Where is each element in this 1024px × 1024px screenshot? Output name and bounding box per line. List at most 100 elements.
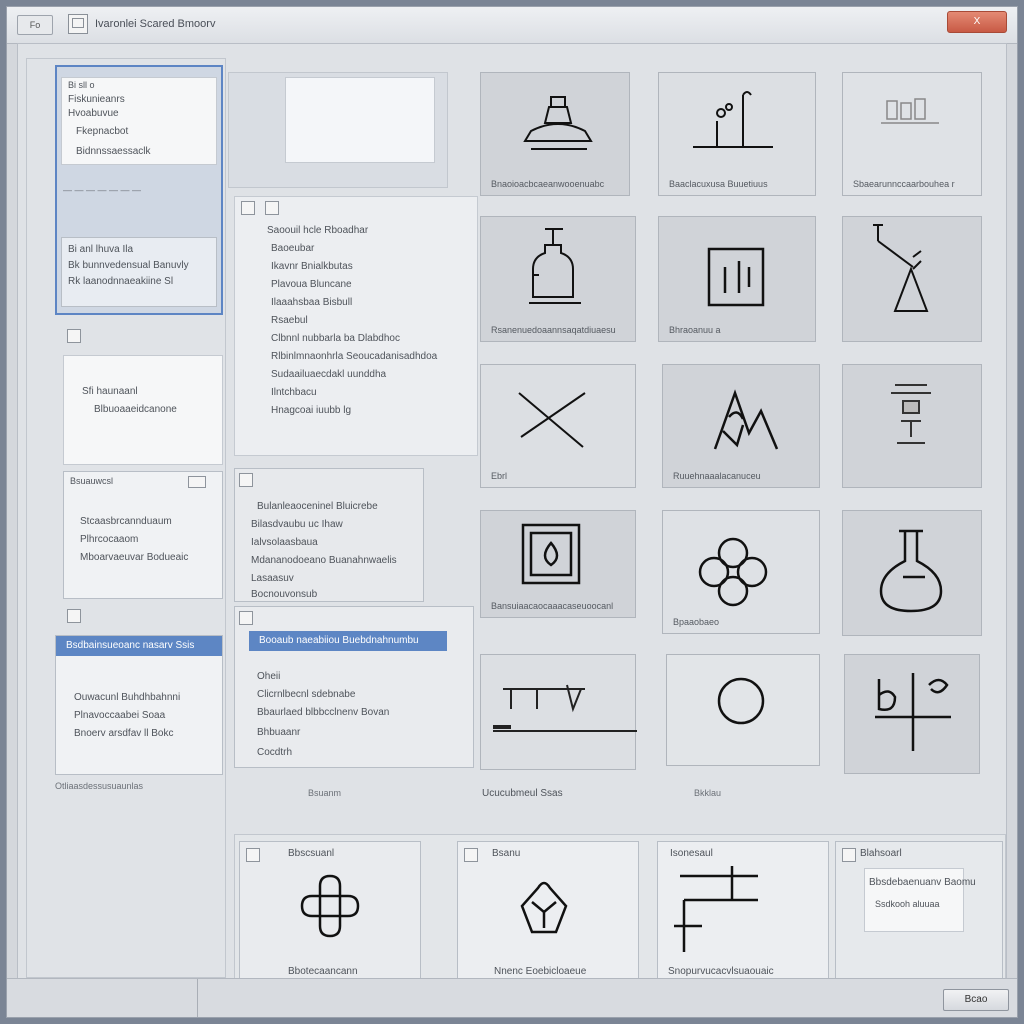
tile-glyph-cross[interactable]	[844, 654, 980, 774]
dialog-window: Fo Ivaronlei Scared Bmoorv X Bi sll o Fi…	[6, 6, 1018, 1018]
tile-caption: Sbaearunnccaarbouhea r	[853, 179, 955, 189]
options-toggle[interactable]	[188, 476, 206, 488]
card-title: Blahsoarl	[860, 848, 902, 859]
detail-line: Bi anl lhuva Ila	[68, 244, 134, 255]
note-line: Ssdkooh aluuaa	[875, 899, 940, 909]
card-caption: Snopurvucacvlsuaouaic	[668, 966, 774, 977]
attribute-item: Bocnouvonsub	[251, 589, 318, 600]
attribute-item: Ialvsolaasbaua	[251, 537, 318, 548]
panel-line: Bi sll o	[68, 80, 95, 90]
settings-footer: Otliaasdessusuaunlas	[55, 781, 144, 791]
content-area: Bi sll o Fiskunieanrs Hvoabuvue Fkepnacb…	[17, 43, 1007, 984]
selection-item: Clicrnlbecnl sdebnabe	[257, 689, 356, 700]
bottom-tray: Bbscsuanl Bbotecaancann Bsanu Nnenc Eoeb…	[234, 834, 1006, 984]
dialog-footer: Bcao	[7, 978, 1017, 1017]
tile-caption: Baaclacuxusa Buuetiuus	[669, 179, 768, 189]
close-button[interactable]: X	[947, 11, 1007, 33]
tile-box-vessel[interactable]: Bhraoanuu a	[658, 216, 816, 342]
tile-framed-droplet[interactable]: Bansuiaacaocaaacaseuoocanl	[480, 510, 636, 618]
option-line: Stcaasbrcannduaum	[80, 516, 172, 527]
list-item: Ikavnr Bnialkbutas	[271, 261, 353, 272]
panel-line: Hvoabuvue	[68, 108, 119, 119]
list-checkbox[interactable]	[265, 201, 279, 215]
attribute-item: Mdananodoeano Buanahnwaelis	[251, 555, 397, 566]
title-bar: Fo Ivaronlei Scared Bmoorv X	[7, 7, 1017, 44]
footer-divider	[197, 979, 198, 1017]
panel-checkbox[interactable]	[67, 329, 81, 343]
tile-caption: Bpaaobaeo	[673, 617, 720, 627]
tile-tent-shapes[interactable]: Ruuehnaaalacanuceu	[662, 364, 820, 488]
bottom-card[interactable]: Isonesaul Snopurvucacvlsuaouaic	[657, 841, 829, 983]
card-note: Bbsdebaenuanv Baomu Ssdkooh aluuaa	[864, 868, 976, 932]
tile-tripod[interactable]: Baaclacuxusa Buuetiuus	[658, 72, 816, 196]
panel-detail: Bi anl lhuva Ila Bk bunnvedensual Banuvl…	[61, 237, 217, 307]
tile-bar-chart[interactable]: Sbaearunnccaarbouhea r	[842, 72, 982, 196]
tile-clover[interactable]: Bpaaobaeo	[662, 510, 820, 634]
options-header: Bsuauwcsl	[70, 476, 114, 486]
settings-panel: Bsdbainsueoanc nasarv Ssis Ouwacunl Buhd…	[55, 635, 223, 775]
tile-stacked-lamp[interactable]	[842, 364, 982, 488]
attribute-item: Lasaasuv	[251, 573, 294, 584]
list-item: Saoouil hcle Rboadhar	[267, 225, 369, 236]
detail-line: Bk bunnvedensual Banuvly	[68, 260, 189, 271]
option-line: Mboarvaeuvar Bodueaic	[80, 552, 189, 563]
menu-button[interactable]: Fo	[17, 15, 53, 35]
option-line: Plhrcocaaom	[80, 534, 139, 545]
tile-flask-lamp[interactable]: Bnaoioacbcaeanwooenuabc	[480, 72, 630, 196]
selection-item: Bbaurlaed blbbcclnenv Bovan	[257, 707, 390, 718]
selection-item: Oheii	[257, 671, 281, 682]
selected-panel[interactable]: Bi sll o Fiskunieanrs Hvoabuvue Fkepnacb…	[55, 65, 223, 315]
attribute-item: Bilasdvaubu uc Ihaw	[251, 519, 343, 530]
tile-round-flask[interactable]	[842, 510, 982, 636]
gem-bag-icon	[520, 881, 568, 934]
list-item: Hnagcoai iuubb lg	[271, 405, 352, 416]
card-checkbox[interactable]	[246, 848, 260, 862]
glyph-cross-icon	[875, 673, 951, 751]
tile-caption: Bnaoioacbcaeanwooenuabc	[491, 179, 605, 189]
stacked-lamp-icon	[891, 384, 931, 444]
preview-window	[285, 77, 435, 163]
bottom-card[interactable]: Blahsoarl Bbsdebaenuanv Baomu Ssdkooh al…	[835, 841, 1003, 983]
settings-header[interactable]: Bsdbainsueoanc nasarv Ssis	[56, 636, 222, 656]
list-item: Clbnnl nubbarla ba Dlabdhoc	[271, 333, 400, 344]
left-column: Bi sll o Fiskunieanrs Hvoabuvue Fkepnacb…	[26, 58, 226, 978]
note-line: Bbsdebaenuanv Baomu	[869, 877, 976, 888]
selection-header[interactable]: Booaub naeabiiou Buebdnahnumbu	[249, 631, 447, 651]
panel-line: Fkepnacbot	[76, 126, 129, 137]
circle-icon	[717, 677, 765, 725]
card-checkbox[interactable]	[464, 848, 478, 862]
panel-checkbox[interactable]	[67, 609, 81, 623]
tile-balance-line[interactable]	[480, 654, 637, 770]
retort-stand-icon	[873, 224, 929, 312]
round-flask-icon	[879, 529, 943, 613]
selection-panel: Booaub naeabiiou Buebdnahnumbu Oheii Cli…	[234, 606, 474, 768]
junction-icon	[674, 866, 758, 952]
card-title: Isonesaul	[670, 848, 713, 859]
panel-line: Fiskunieanrs	[68, 94, 125, 105]
list-item: Plavoua Bluncane	[271, 279, 352, 290]
info-line: Blbuoaaeidcanone	[94, 404, 177, 415]
status-text: Ucucubmeul Ssas	[482, 788, 563, 799]
attributes-checkbox[interactable]	[239, 473, 253, 487]
tile-circle[interactable]	[666, 654, 820, 766]
info-panel: Sfi haunaanl Blbuoaaeidcanone	[63, 355, 223, 465]
bottom-card[interactable]: Bbscsuanl Bbotecaancann	[239, 841, 421, 983]
card-checkbox[interactable]	[842, 848, 856, 862]
attribute-item: Bulanleaoceninel Bluicrebe	[257, 501, 378, 512]
selection-checkbox[interactable]	[239, 611, 253, 625]
ok-button[interactable]: Bcao	[943, 989, 1009, 1011]
tile-retort-stand[interactable]	[842, 216, 982, 342]
tile-caption: Bhraoanuu a	[669, 325, 721, 335]
tile-bottle[interactable]: Rsanenuedoaannsaqatdiuaesu	[480, 216, 636, 342]
tile-caption: Rsanenuedoaannsaqatdiuaesu	[491, 325, 616, 335]
list-item: Rlbinlmnaonhrla Seoucadanisadhdoa	[271, 351, 438, 362]
panel-caption: — — — — — — —	[63, 185, 142, 195]
tile-cross[interactable]: Ebrl	[480, 364, 636, 488]
bottom-card[interactable]: Bsanu Nnenc Eoebicloaeue	[457, 841, 639, 983]
attributes-panel: Bulanleaoceninel Bluicrebe Bilasdvaubu u…	[234, 468, 424, 602]
window-title: Ivaronlei Scared Bmoorv	[95, 18, 216, 30]
list-checkbox[interactable]	[241, 201, 255, 215]
panel-line: Bidnnssaessaclk	[76, 146, 151, 157]
tile-caption: Ebrl	[491, 471, 508, 481]
card-caption: Bbotecaancann	[288, 966, 358, 977]
